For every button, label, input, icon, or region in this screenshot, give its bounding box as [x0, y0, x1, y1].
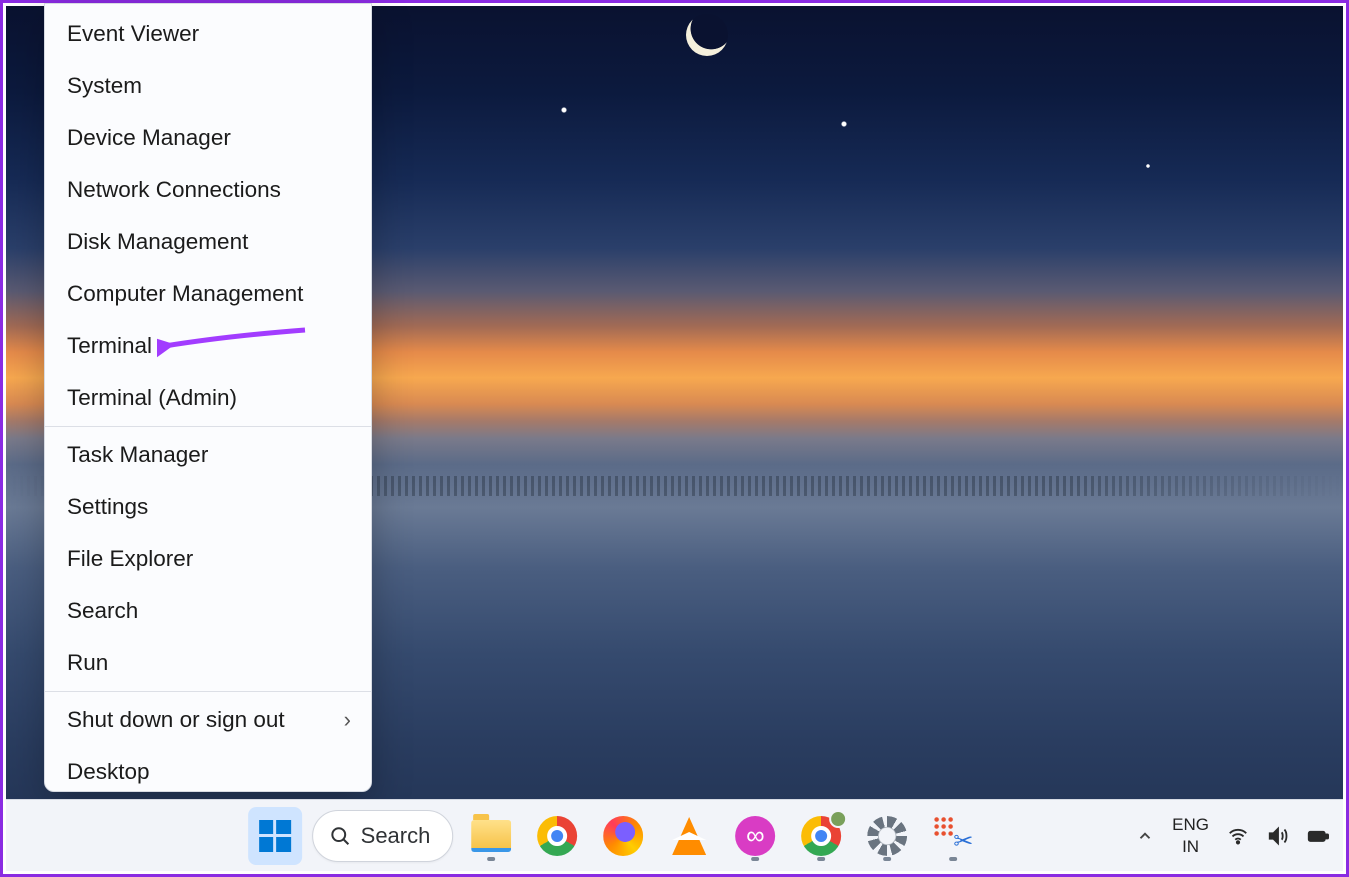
taskbar-vlc[interactable]	[661, 807, 717, 865]
windows-logo-icon	[259, 820, 291, 852]
winx-item-label: Terminal (Admin)	[67, 385, 237, 411]
winx-item-label: Task Manager	[67, 442, 208, 468]
taskbar-snipping-tool[interactable]: ✂	[925, 807, 981, 865]
chrome-icon	[537, 816, 577, 856]
winx-item-label: System	[67, 73, 142, 99]
winx-item-label: Settings	[67, 494, 148, 520]
taskbar-settings[interactable]	[859, 807, 915, 865]
winx-item-file-explorer[interactable]: File Explorer	[45, 533, 371, 585]
winx-item-terminal[interactable]: Terminal	[45, 320, 371, 372]
winx-item-shut-down-or-sign-out[interactable]: Shut down or sign out	[45, 694, 371, 746]
start-button[interactable]	[248, 807, 302, 865]
winx-item-desktop[interactable]: Desktop	[45, 746, 371, 792]
chrome-profile-icon	[801, 816, 841, 856]
taskbar-app-pink[interactable]: ∞	[727, 807, 783, 865]
taskbar-search[interactable]: Search	[312, 810, 454, 862]
wifi-icon[interactable]	[1227, 825, 1249, 847]
vlc-icon	[672, 817, 706, 855]
tray-overflow-chevron-icon[interactable]	[1136, 827, 1154, 845]
infinity-app-icon: ∞	[735, 816, 775, 856]
winx-item-label: Desktop	[67, 759, 150, 785]
winx-item-search[interactable]: Search	[45, 585, 371, 637]
winx-item-terminal-admin[interactable]: Terminal (Admin)	[45, 372, 371, 424]
search-label: Search	[361, 823, 431, 849]
taskbar-chrome-profile[interactable]	[793, 807, 849, 865]
taskbar-firefox[interactable]	[595, 807, 651, 865]
settings-gear-icon	[867, 816, 907, 856]
winx-item-label: Device Manager	[67, 125, 231, 151]
winx-item-computer-management[interactable]: Computer Management	[45, 268, 371, 320]
winx-item-system[interactable]: System	[45, 60, 371, 112]
firefox-icon	[603, 816, 643, 856]
winx-item-label: Event Viewer	[67, 21, 199, 47]
winx-separator	[45, 691, 371, 692]
language-indicator[interactable]: ENG IN	[1172, 814, 1209, 857]
winx-item-label: Search	[67, 598, 138, 624]
winx-item-disk-management[interactable]: Disk Management	[45, 216, 371, 268]
search-icon	[329, 825, 351, 847]
taskbar-chrome[interactable]	[529, 807, 585, 865]
winx-item-label: Shut down or sign out	[67, 707, 285, 733]
winx-item-label: Disk Management	[67, 229, 248, 255]
winx-item-label: Network Connections	[67, 177, 281, 203]
moon-graphic	[686, 14, 728, 56]
file-explorer-icon	[471, 820, 511, 852]
winx-separator	[45, 426, 371, 427]
winx-item-label: Run	[67, 650, 108, 676]
language-line1: ENG	[1172, 814, 1209, 835]
winx-item-task-manager[interactable]: Task Manager	[45, 429, 371, 481]
taskbar-file-explorer[interactable]	[463, 807, 519, 865]
winx-item-settings[interactable]: Settings	[45, 481, 371, 533]
winx-item-device-manager[interactable]: Device Manager	[45, 112, 371, 164]
winx-item-label: Terminal	[67, 333, 152, 359]
winx-item-label: Computer Management	[67, 281, 303, 307]
battery-icon[interactable]	[1307, 825, 1329, 847]
volume-icon[interactable]	[1267, 825, 1289, 847]
winx-item-label: File Explorer	[67, 546, 193, 572]
winx-item-event-viewer[interactable]: Event Viewer	[45, 8, 371, 60]
winx-item-run[interactable]: Run	[45, 637, 371, 689]
taskbar: Search ∞ ✂	[6, 799, 1343, 871]
snipping-tool-icon: ✂	[933, 816, 973, 856]
winx-context-menu: Event Viewer System Device Manager Network …	[44, 3, 372, 792]
language-line2: IN	[1172, 836, 1209, 857]
winx-item-network-connections[interactable]: Network Connections	[45, 164, 371, 216]
